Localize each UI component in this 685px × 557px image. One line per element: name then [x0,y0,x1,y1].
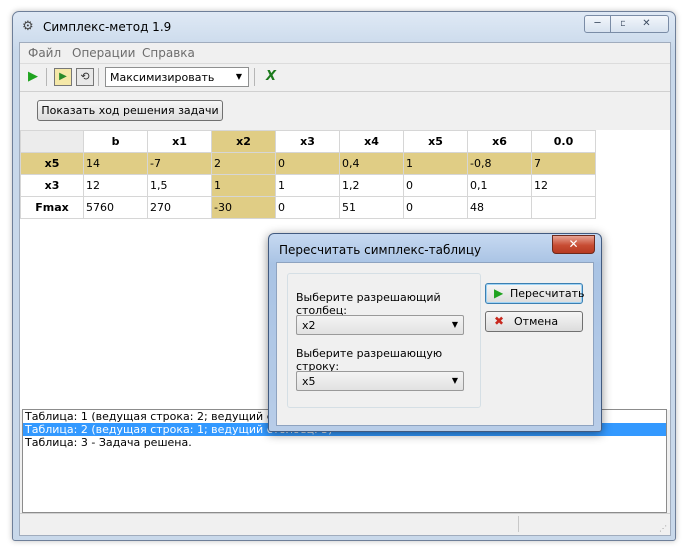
chevron-down-icon: ▼ [451,320,458,329]
table-cell[interactable]: 0,4 [339,152,404,175]
table-cell[interactable]: 12 [83,174,148,197]
row-select[interactable]: x5 ▼ [296,371,464,391]
table-cell[interactable]: 48 [467,196,532,219]
recalculate-button[interactable]: ▶ Пересчитать [485,283,585,304]
menu-help[interactable]: Справка [142,46,195,60]
table-cell[interactable]: 0 [403,174,468,197]
column-select-value: x2 [302,319,316,332]
reset-icon[interactable]: ⟲ [76,68,94,86]
table-cell[interactable]: 12 [531,174,596,197]
table-cell[interactable]: -7 [147,152,212,175]
selection-group: Выберите разрешающий столбец: x2 ▼ Выбер… [287,273,481,408]
table-cell[interactable]: 7 [531,152,596,175]
row-header[interactable]: x5 [20,152,84,175]
table-header-row: b x1 x2 x3 x4 x5 x6 0.0 [20,130,596,153]
mode-select-value: Максимизировать [110,71,215,84]
column-header[interactable]: b [83,130,148,153]
resize-grip-icon[interactable]: ⋰ [659,524,667,533]
column-select[interactable]: x2 ▼ [296,315,464,335]
row-label: Выберите разрешающую строку: [296,347,443,373]
table-cell[interactable]: 0,1 [467,174,532,197]
chevron-down-icon: ▼ [451,376,458,385]
table-cell[interactable]: 0 [275,196,340,219]
menu-bar: Файл Операции Справка [20,43,670,63]
table-cell[interactable]: 1,2 [339,174,404,197]
table-cell[interactable]: 270 [147,196,212,219]
mode-select[interactable]: Максимизировать ▼ [105,67,249,87]
table: b x1 x2 x3 x4 x5 x6 0.0 x5 14 -7 2 0 0,4… [20,130,596,219]
table-row: Fmax 5760 270 -30 0 51 0 48 [20,196,596,219]
window-title: Симплекс-метод 1.9 [43,20,172,34]
app-icon: ⚙ [22,19,34,34]
column-header[interactable]: x4 [339,130,404,153]
list-item[interactable]: Таблица: 3 - Задача решена. [23,436,666,449]
cancel-x-icon: ✖ [494,314,505,328]
table-cell[interactable]: 2 [211,152,276,175]
table-cell[interactable]: -0,8 [467,152,532,175]
row-header[interactable]: Fmax [20,196,84,219]
close-button[interactable]: ✕ [625,15,669,33]
menu-file[interactable]: Файл [28,46,61,60]
column-label: Выберите разрешающий столбец: [296,291,441,317]
title-bar[interactable]: ⚙ Симплекс-метод 1.9 ─ ▫ ✕ [13,12,675,42]
step-icon[interactable]: ▶ [54,68,72,86]
column-header[interactable]: x3 [275,130,340,153]
table-cell[interactable]: 1 [211,174,276,197]
dialog-body: Выберите разрешающий столбец: x2 ▼ Выбер… [276,262,594,426]
cancel-button[interactable]: ✖ Отмена [485,311,583,332]
table-cell[interactable]: 0 [403,196,468,219]
column-header[interactable]: x1 [147,130,212,153]
status-separator [518,516,519,532]
show-solution-button[interactable]: Показать ход решения задачи [37,100,223,121]
minimize-button[interactable]: ─ [584,15,611,33]
excel-export-icon[interactable]: X [262,68,280,86]
toolbar: ▶ ▶ ⟲ Максимизировать ▼ X [20,63,670,90]
recalculate-dialog: Пересчитать симплекс-таблицу ✕ Выберите … [268,233,602,432]
row-header[interactable]: x3 [20,174,84,197]
table-cell[interactable]: 1,5 [147,174,212,197]
table-cell[interactable]: 0 [275,152,340,175]
column-header[interactable]: 0.0 [531,130,596,153]
actions-panel: Показать ход решения задачи [20,91,670,131]
table-cell[interactable]: 5760 [83,196,148,219]
table-cell[interactable] [531,196,596,219]
play-icon: ▶ [494,286,504,300]
row-select-value: x5 [302,375,316,388]
recalculate-label: Пересчитать [510,287,585,300]
table-corner [20,130,84,153]
dialog-title: Пересчитать симплекс-таблицу [279,243,482,257]
status-bar: ⋰ [20,513,670,535]
table-cell[interactable]: 1 [403,152,468,175]
table-cell[interactable]: -30 [211,196,276,219]
run-icon[interactable]: ▶ [24,68,42,86]
table-cell[interactable]: 1 [275,174,340,197]
column-header[interactable]: x2 [211,130,276,153]
column-header[interactable]: x5 [403,130,468,153]
toolbar-separator [254,68,255,86]
toolbar-separator [46,68,47,86]
chevron-down-icon: ▼ [235,72,243,81]
table-cell[interactable]: 14 [83,152,148,175]
cancel-label: Отмена [514,315,559,328]
table-row: x5 14 -7 2 0 0,4 1 -0,8 7 [20,152,596,175]
toolbar-separator [98,68,99,86]
table-cell[interactable]: 51 [339,196,404,219]
table-row: x3 12 1,5 1 1 1,2 0 0,1 12 [20,174,596,197]
menu-operations[interactable]: Операции [72,46,135,60]
column-header[interactable]: x6 [467,130,532,153]
dialog-close-button[interactable]: ✕ [552,235,595,254]
